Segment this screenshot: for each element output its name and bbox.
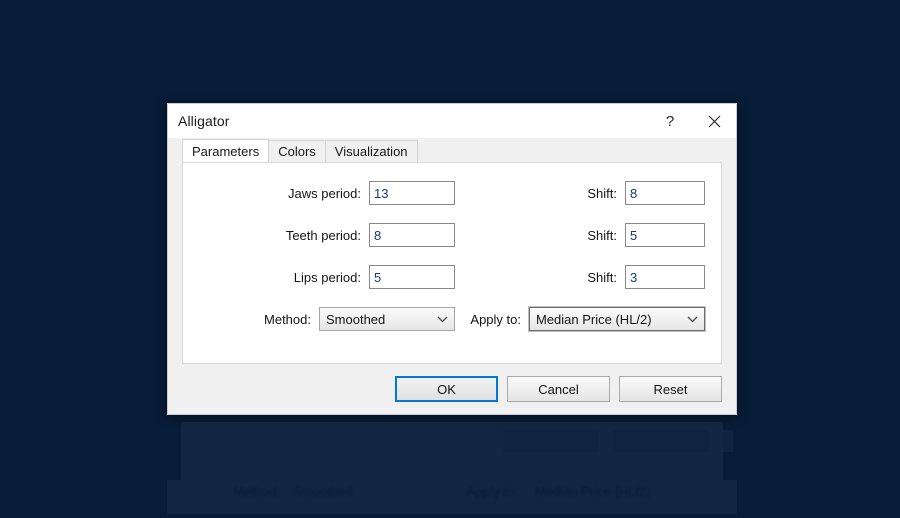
ghost-apply-label: Apply to: [467,484,518,499]
method-dropdown[interactable]: Smoothed [319,307,455,331]
teeth-shift-field-group: Shift: [455,223,721,247]
close-icon [708,115,721,128]
jaws-period-label: Jaws period: [288,186,361,201]
lips-period-label: Lips period: [294,270,361,285]
ghost-box [503,430,599,452]
tab-colors[interactable]: Colors [268,140,326,162]
tab-colors-label: Colors [278,144,316,159]
apply-to-selected-value: Median Price (HL/2) [536,312,680,327]
tab-visualization[interactable]: Visualization [325,140,418,162]
ghost-panel [181,422,723,480]
tab-strip: Parameters Colors Visualization [168,138,736,162]
teeth-row: Teeth period: Shift: [183,221,721,249]
lips-period-input[interactable] [369,265,455,289]
ghost-bar [167,480,737,514]
close-button[interactable] [692,104,736,138]
apply-to-dropdown[interactable]: Median Price (HL/2) [529,307,705,331]
method-field-group: Method: Smoothed [183,307,455,331]
alligator-dialog: Alligator ? Parameters Colors Visualizat… [167,103,737,415]
ghost-box [723,430,733,452]
ok-button[interactable]: OK [395,376,498,402]
parameters-panel: Jaws period: Shift: Teeth period: Shift: [182,162,722,364]
teeth-shift-label: Shift: [587,228,617,243]
jaws-period-field-group: Jaws period: [183,181,455,205]
ghost-apply-value: Median Price (HL/2) [535,484,651,499]
method-label: Method: [264,312,311,327]
lips-shift-field-group: Shift: [455,265,721,289]
ghost-method-value: Smoothed [293,484,352,499]
jaws-shift-input[interactable] [625,181,705,205]
chevron-down-icon [684,316,700,323]
cancel-button-label: Cancel [538,382,578,397]
lips-shift-label: Shift: [587,270,617,285]
ok-button-label: OK [437,382,456,397]
method-selected-value: Smoothed [326,312,430,327]
help-button[interactable]: ? [648,104,692,138]
ghost-method-label: Method: [233,484,280,499]
jaws-shift-label: Shift: [587,186,617,201]
jaws-period-input[interactable] [369,181,455,205]
teeth-shift-input[interactable] [625,223,705,247]
title-bar: Alligator ? [168,104,736,138]
lips-row: Lips period: Shift: [183,263,721,291]
reset-button[interactable]: Reset [619,376,722,402]
cancel-button[interactable]: Cancel [507,376,610,402]
tab-visualization-label: Visualization [335,144,408,159]
lips-period-field-group: Lips period: [183,265,455,289]
jaws-shift-field-group: Shift: [455,181,721,205]
window-title: Alligator [178,113,229,129]
teeth-period-field-group: Teeth period: [183,223,455,247]
apply-to-field-group: Apply to: Median Price (HL/2) [455,307,721,331]
ghost-box [613,430,709,452]
apply-to-label: Apply to: [470,312,521,327]
dialog-ghost-reflection: Method: Smoothed Apply to: Median Price … [167,422,737,514]
teeth-period-label: Teeth period: [286,228,361,243]
tab-parameters[interactable]: Parameters [182,139,269,162]
teeth-period-input[interactable] [369,223,455,247]
reset-button-label: Reset [654,382,688,397]
lips-shift-input[interactable] [625,265,705,289]
parameters-grid: Jaws period: Shift: Teeth period: Shift: [183,163,721,363]
dialog-button-bar: OK Cancel Reset [168,364,736,414]
title-bar-buttons: ? [648,104,736,138]
tab-parameters-label: Parameters [192,144,259,159]
question-mark-icon: ? [666,114,674,129]
jaws-row: Jaws period: Shift: [183,179,721,207]
chevron-down-icon [434,316,450,323]
method-apply-row: Method: Smoothed Apply to: Median Price … [183,305,721,333]
